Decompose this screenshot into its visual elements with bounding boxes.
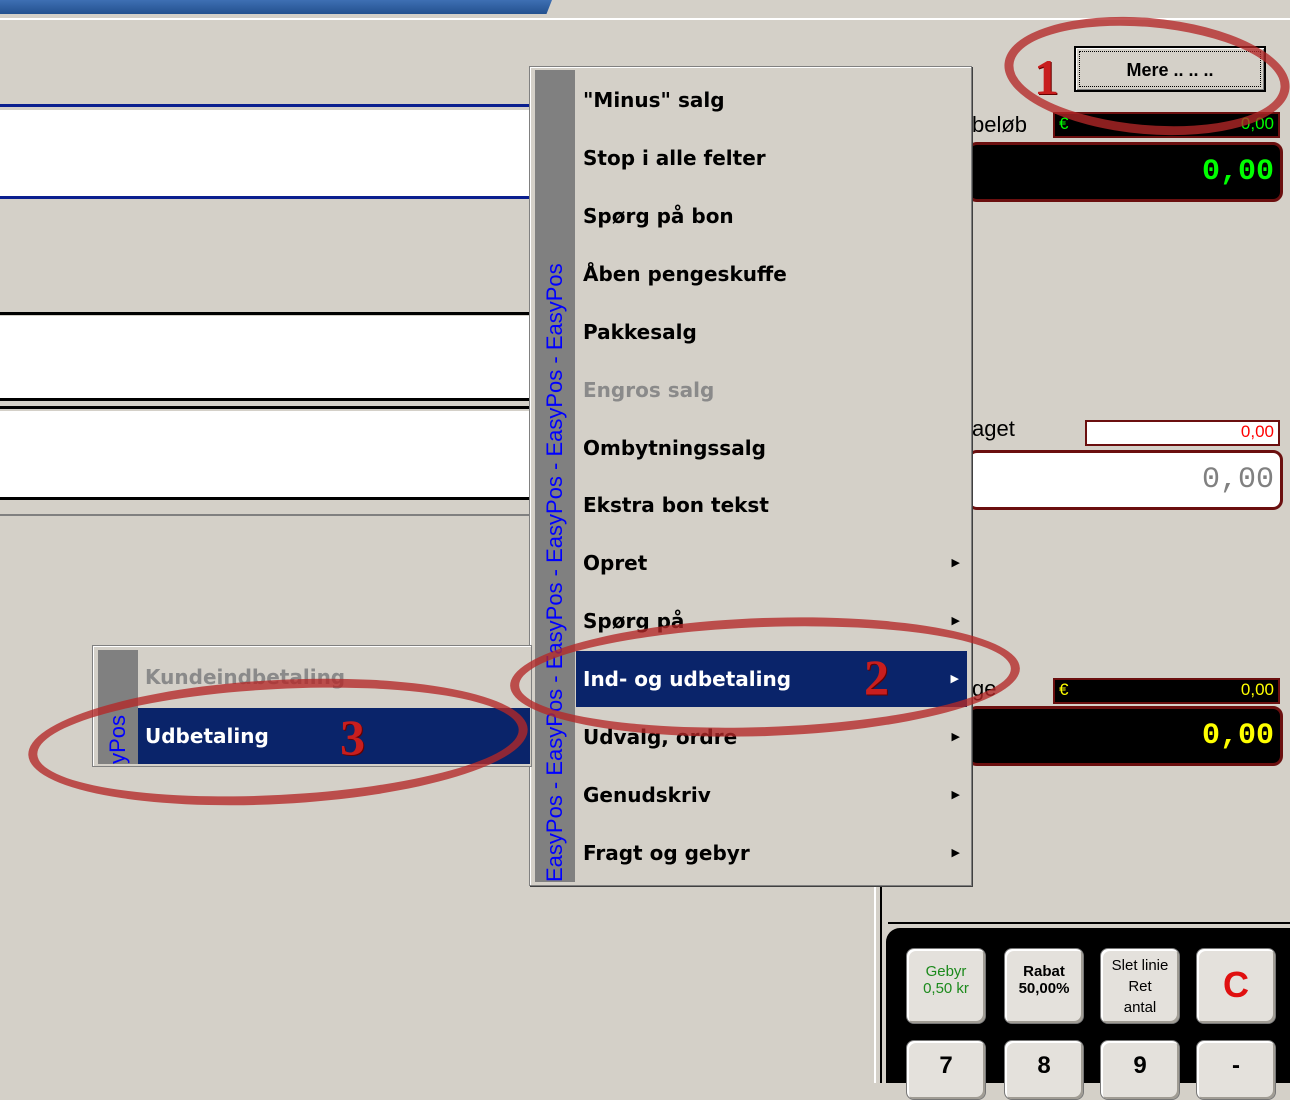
menu-item-genudskriv[interactable]: Genudskriv ▶ xyxy=(583,767,968,823)
antal-label: antal xyxy=(1123,999,1157,1016)
menu-item-label: "Minus" salg xyxy=(583,88,725,112)
change-amount: 0,00 xyxy=(967,706,1283,766)
menu-item-minus-salg[interactable]: "Minus" salg xyxy=(583,72,968,128)
menu-item-label: Ekstra bon tekst xyxy=(583,493,769,517)
menu-side-strip: EasyPos - EasyPos - EasyPos - EasyPos - … xyxy=(535,70,575,882)
menu-item-pakkesalg[interactable]: Pakkesalg xyxy=(583,304,968,360)
annotation-number-2: 2 xyxy=(864,649,889,705)
submenu-arrow-icon: ▶ xyxy=(951,556,960,569)
field-border xyxy=(0,104,535,107)
menu-item-label: Stop i alle felter xyxy=(583,146,766,170)
submenu-arrow-icon: ▶ xyxy=(951,846,960,859)
field-border xyxy=(0,406,535,409)
keypad: Gebyr 0,50 kr Rabat 50,00% Slet linie Re… xyxy=(886,928,1290,1100)
title-bar-tab xyxy=(0,0,552,14)
ret-label: Ret xyxy=(1128,978,1152,995)
input-field-3[interactable] xyxy=(0,411,535,497)
field-border xyxy=(0,497,535,500)
submenu-arrow-icon: ▶ xyxy=(951,730,960,743)
divider xyxy=(888,922,1290,924)
menu-item-label: Engros salg xyxy=(583,378,715,402)
clear-key[interactable]: C xyxy=(1196,948,1276,1024)
key-9[interactable]: 9 xyxy=(1100,1040,1180,1100)
menu-item-label: Åben pengeskuffe xyxy=(583,262,787,286)
menu-item-fragt-og-gebyr[interactable]: Fragt og gebyr ▶ xyxy=(583,825,968,881)
input-field-1[interactable] xyxy=(0,110,535,196)
slet-label: Slet linie xyxy=(1111,957,1169,974)
menu-item-engros-salg: Engros salg xyxy=(583,362,968,418)
received-amount[interactable]: 0,00 xyxy=(967,450,1283,510)
menu-item-ekstra-bon-tekst[interactable]: Ekstra bon tekst xyxy=(583,477,968,533)
rabat-value: 50,00% xyxy=(1018,980,1070,997)
gebyr-key[interactable]: Gebyr 0,50 kr xyxy=(906,948,986,1024)
total-amount: 0,00 xyxy=(967,142,1283,202)
menu-item-label: Ombytningssalg xyxy=(583,436,766,460)
menu-item-label: Genudskriv xyxy=(583,783,711,807)
currency-label: € xyxy=(1059,680,1069,699)
change-currency-box: € 0,00 xyxy=(1053,678,1280,704)
menu-item-label: Spørg på bon xyxy=(583,204,734,228)
total-label: beløb xyxy=(972,112,1028,137)
change-small-value: 0,00 xyxy=(1240,680,1274,699)
menu-item-label: Pakkesalg xyxy=(583,320,697,344)
rabat-key[interactable]: Rabat 50,00% xyxy=(1004,948,1084,1024)
annotation-number-3: 3 xyxy=(340,709,365,765)
submenu-arrow-icon: ▶ xyxy=(951,788,960,801)
menu-item-label: Opret xyxy=(583,551,648,575)
menu-item-spoerg-paa-bon[interactable]: Spørg på bon xyxy=(583,188,968,244)
menu-item-opret[interactable]: Opret ▶ xyxy=(583,535,968,591)
field-border xyxy=(0,398,535,401)
field-border xyxy=(0,196,535,199)
gebyr-label: Gebyr xyxy=(925,963,967,980)
field-border xyxy=(0,312,535,315)
received-small-value: 0,00 xyxy=(1085,420,1280,446)
key-8[interactable]: 8 xyxy=(1004,1040,1084,1100)
divider xyxy=(0,514,535,516)
slet-linie-key[interactable]: Slet linie Ret antal xyxy=(1100,948,1180,1024)
menu-item-aaben-pengeskuffe[interactable]: Åben pengeskuffe xyxy=(583,246,968,302)
received-label: aget xyxy=(972,416,1015,441)
menu-item-label: Fragt og gebyr xyxy=(583,841,750,865)
key-minus[interactable]: - xyxy=(1196,1040,1276,1100)
divider xyxy=(874,880,876,1083)
menu-item-ombytningssalg[interactable]: Ombytningssalg xyxy=(583,420,968,476)
rabat-label: Rabat xyxy=(1023,963,1065,980)
menu-strip-text: EasyPos - EasyPos - EasyPos - EasyPos - … xyxy=(542,263,567,882)
menu-item-stop-i-alle-felter[interactable]: Stop i alle felter xyxy=(583,130,968,186)
input-field-2[interactable] xyxy=(0,316,535,398)
divider xyxy=(880,880,882,1083)
key-7[interactable]: 7 xyxy=(906,1040,986,1100)
annotation-number-1: 1 xyxy=(1034,49,1059,105)
gebyr-value: 0,50 kr xyxy=(923,980,969,997)
